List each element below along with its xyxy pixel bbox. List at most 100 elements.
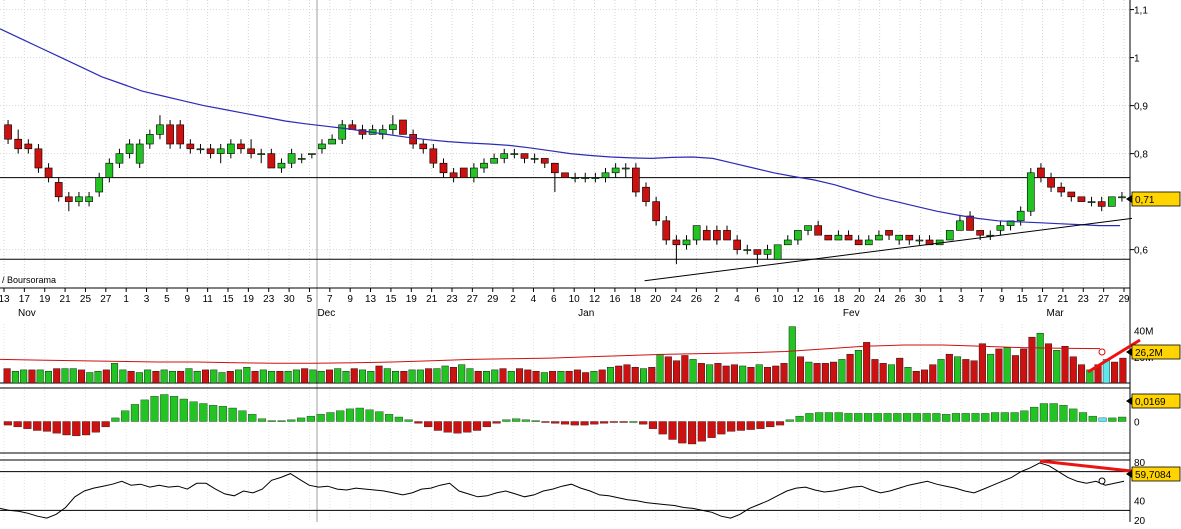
osc-bar: [443, 421, 452, 433]
candle: [662, 220, 671, 241]
volume-bar: [235, 369, 243, 384]
osc-bar: [160, 394, 169, 422]
osc-bar: [267, 420, 276, 422]
date-tick-label: 10: [569, 294, 581, 305]
candle: [945, 230, 954, 241]
candle: [1057, 186, 1066, 193]
candle: [824, 234, 833, 241]
candle: [115, 153, 124, 164]
osc-bar: [1078, 412, 1088, 422]
date-tick-label: 21: [60, 294, 72, 305]
volume-bar: [871, 359, 879, 384]
osc-bar: [795, 415, 804, 422]
date-tick-label: 29: [487, 294, 499, 305]
volume-bar: [466, 368, 474, 384]
osc-bar: [815, 412, 824, 422]
osc-bar: [91, 421, 100, 433]
volume-bar: [623, 364, 631, 384]
osc-bar: [1049, 403, 1058, 422]
volume-bar: [606, 367, 614, 384]
volume-bar: [301, 368, 309, 384]
candle: [723, 230, 731, 241]
volume-last-value: 26,2M: [1135, 348, 1163, 359]
date-tick-label: 24: [670, 294, 682, 305]
osc-bar: [385, 414, 394, 422]
candle: [439, 162, 448, 174]
volume-bar: [921, 369, 929, 384]
osc-bar: [756, 421, 765, 429]
candle: [226, 143, 235, 154]
candle: [885, 230, 893, 236]
volume-bar: [1003, 347, 1011, 384]
candle: [105, 162, 114, 178]
volume-bar: [226, 371, 234, 384]
volume-bar: [144, 369, 152, 384]
volume-bar: [1011, 355, 1019, 384]
date-tick-label: 4: [531, 294, 537, 305]
candle: [44, 167, 53, 178]
osc-bar: [521, 419, 530, 422]
osc-bar: [218, 406, 227, 422]
candle: [864, 239, 873, 246]
osc-bar: [512, 418, 521, 422]
candle: [429, 148, 438, 164]
volume-bar: [1078, 364, 1086, 384]
osc-bar: [1118, 416, 1127, 422]
osc-bar: [942, 414, 951, 422]
volume-bar: [813, 363, 821, 384]
volume-bar: [449, 367, 457, 384]
osc-bar: [609, 421, 618, 423]
volume-bar: [656, 353, 664, 384]
candle: [64, 196, 73, 202]
date-tick-label: 16: [813, 294, 825, 305]
date-tick-label: 13: [0, 294, 10, 305]
volume-bar: [945, 353, 953, 384]
osc-bar: [746, 421, 755, 430]
date-tick-label: 19: [406, 294, 418, 305]
month-label: Nov: [18, 308, 36, 319]
candle: [540, 158, 549, 164]
osc-bar: [199, 403, 208, 422]
candle: [34, 148, 43, 169]
osc-bar: [981, 413, 990, 422]
candle: [500, 153, 509, 159]
volume-bar: [772, 365, 780, 384]
candle: [621, 167, 630, 170]
candle: [652, 201, 660, 222]
date-tick-label: 23: [1078, 294, 1090, 305]
osc-bar: [306, 415, 315, 422]
volume-bar: [838, 359, 846, 384]
candle: [14, 138, 23, 150]
volume-bar: [292, 369, 300, 384]
date-tick-label: 27: [100, 294, 112, 305]
osc-bar: [72, 421, 81, 437]
date-tick-label: 18: [630, 294, 642, 305]
volume-bar: [1061, 346, 1069, 384]
volume-bar: [28, 369, 36, 384]
candle: [125, 143, 134, 154]
date-tick-label: 2: [510, 294, 516, 305]
osc-bar: [531, 420, 540, 422]
candle: [409, 134, 417, 145]
volume-bar: [160, 369, 168, 384]
volume-marker: [1098, 348, 1106, 356]
candle: [1118, 196, 1126, 199]
osc-bar: [912, 413, 921, 422]
candle: [895, 234, 904, 241]
osc-bar: [492, 421, 501, 424]
candle: [237, 143, 245, 150]
date-tick-label: 9: [347, 294, 353, 305]
line-ytick-label: 20: [1134, 516, 1146, 527]
volume-bar: [11, 371, 19, 384]
volume-bar: [276, 371, 284, 384]
candle: [186, 143, 195, 150]
date-tick-label: 12: [793, 294, 805, 305]
volume-bar: [210, 369, 218, 384]
candle: [601, 172, 610, 178]
volume-bar: [516, 368, 524, 384]
date-tick-label: 6: [551, 294, 557, 305]
volume-bar: [673, 360, 681, 384]
volume-bar: [912, 371, 920, 384]
date-tick-label: 25: [80, 294, 92, 305]
candle: [1026, 172, 1035, 212]
